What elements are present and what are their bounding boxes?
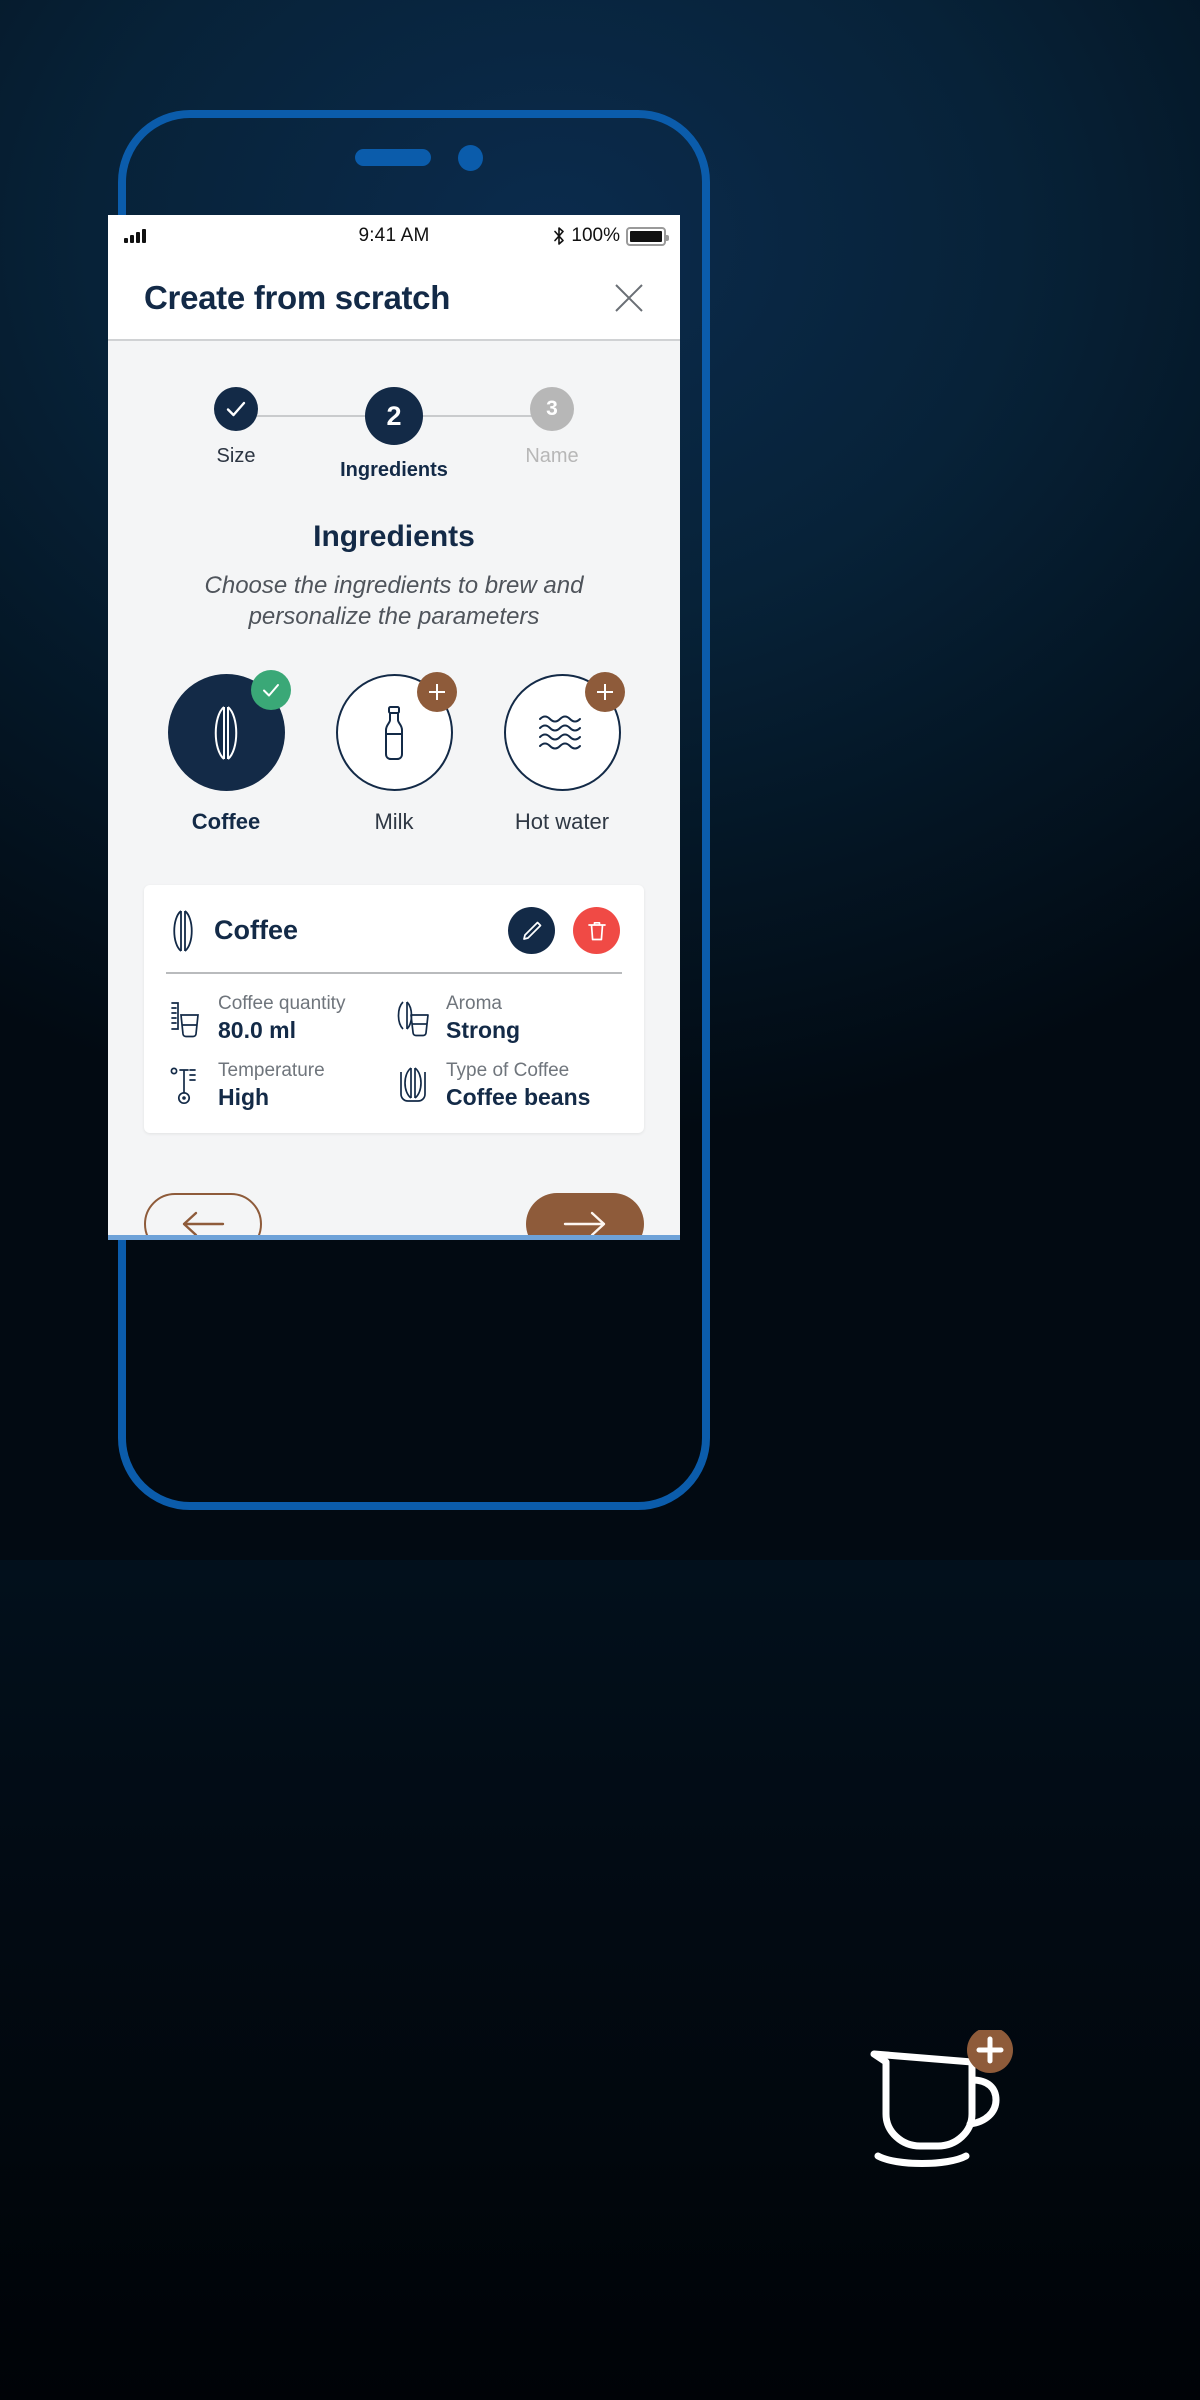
status-bar: 9:41 AM 100% [108, 215, 680, 257]
ingredient-selector: Coffee Milk Hot water [108, 670, 680, 835]
detail-card-header: Coffee [144, 885, 644, 972]
ingredient-badge-selected[interactable] [250, 670, 291, 711]
detail-card-title: Coffee [214, 915, 299, 946]
thermometer-icon [166, 1064, 204, 1106]
section-subtitle: Choose the ingredients to brew and perso… [204, 572, 584, 631]
coffee-bean-icon [173, 910, 193, 952]
trash-icon [587, 921, 606, 941]
close-icon [615, 284, 643, 312]
stepper-bubble-active: 2 [365, 387, 423, 445]
stepper-step-ingredients[interactable]: 2 Ingredients [340, 387, 448, 482]
ingredient-option-milk[interactable]: Milk [319, 672, 469, 835]
plus-icon [428, 684, 445, 701]
phone-speaker-slot [355, 149, 431, 166]
arrow-right-icon [563, 1212, 606, 1237]
check-icon [262, 684, 279, 697]
measuring-cup-icon [166, 999, 204, 1039]
water-waves-icon [539, 715, 581, 750]
check-icon [226, 401, 246, 417]
parameter-aroma[interactable]: Aroma Strong [394, 992, 622, 1045]
milk-bottle-icon [385, 705, 403, 760]
ingredient-circle-coffee [167, 670, 291, 792]
ingredient-label-milk: Milk [374, 809, 414, 835]
stepper-label-size: Size [216, 445, 256, 467]
ingredient-circle-milk [335, 672, 457, 792]
close-button[interactable] [606, 275, 652, 321]
battery-full-icon [626, 226, 669, 246]
screen-header: Create from scratch [108, 257, 680, 341]
parameter-value: Strong [446, 1017, 521, 1044]
ingredient-label-coffee: Coffee [191, 809, 261, 835]
parameter-label: Aroma [446, 993, 502, 1015]
parameter-label: Coffee quantity [218, 993, 346, 1015]
ingredient-label-hot-water: Hot water [514, 809, 610, 835]
ingredient-detail-card: Coffee Coffee quantity 80.0 ml Aroma Str… [144, 885, 644, 1134]
section-title: Ingredients [313, 520, 475, 553]
ingredient-option-coffee[interactable]: Coffee [151, 670, 301, 835]
stepper: Size 2 Ingredients 3 Name [188, 387, 600, 482]
ingredient-badge-add[interactable] [416, 672, 457, 713]
parameter-coffee-quantity[interactable]: Coffee quantity 80.0 ml [166, 992, 394, 1045]
stepper-bubble-todo: 3 [530, 387, 574, 431]
parameter-label: Temperature [218, 1059, 325, 1081]
back-button[interactable] [144, 1193, 262, 1237]
next-button[interactable] [526, 1193, 644, 1237]
stepper-label-ingredients: Ingredients [340, 459, 448, 481]
phone-screen: 9:41 AM 100% Create from scratch Size 2 … [108, 215, 680, 1237]
ingredient-circle-hot-water [503, 672, 625, 792]
parameter-temperature[interactable]: Temperature High [166, 1059, 394, 1112]
ingredient-badge-add[interactable] [584, 672, 625, 713]
parameter-type-of-coffee[interactable]: Type of Coffee Coffee beans [394, 1059, 622, 1112]
stepper-step-size[interactable]: Size [188, 387, 284, 482]
wizard-navigation [144, 1193, 644, 1237]
pencil-icon [522, 921, 541, 940]
parameter-value: Coffee beans [446, 1083, 591, 1110]
plus-icon [596, 684, 613, 701]
delete-button[interactable] [573, 907, 620, 955]
page-title: Create from scratch [144, 279, 451, 316]
coffee-beans-container-icon [394, 1064, 432, 1106]
parameter-label: Type of Coffee [446, 1059, 570, 1081]
brand-logo [862, 2027, 1032, 2175]
status-bar-time: 9:41 AM [358, 225, 430, 246]
stepper-step-name[interactable]: 3 Name [504, 387, 600, 482]
aroma-bean-cup-icon [394, 999, 432, 1039]
stepper-label-name: Name [525, 445, 579, 467]
arrow-left-icon [182, 1212, 225, 1237]
coffee-bean-icon [214, 706, 238, 760]
screen-bottom-edge [108, 1235, 680, 1240]
stepper-bubble-done [214, 387, 258, 431]
phone-camera-dot [458, 145, 483, 171]
edit-button[interactable] [508, 907, 555, 955]
parameter-value: High [218, 1083, 270, 1110]
page-background-lower [0, 1560, 1200, 2400]
ingredient-option-hot-water[interactable]: Hot water [487, 672, 637, 835]
detail-card-actions [508, 907, 620, 955]
parameter-grid: Coffee quantity 80.0 ml Aroma Strong Tem… [144, 974, 644, 1115]
parameter-value: 80.0 ml [218, 1017, 296, 1044]
coffee-cup-plus-icon [870, 2027, 1013, 2167]
